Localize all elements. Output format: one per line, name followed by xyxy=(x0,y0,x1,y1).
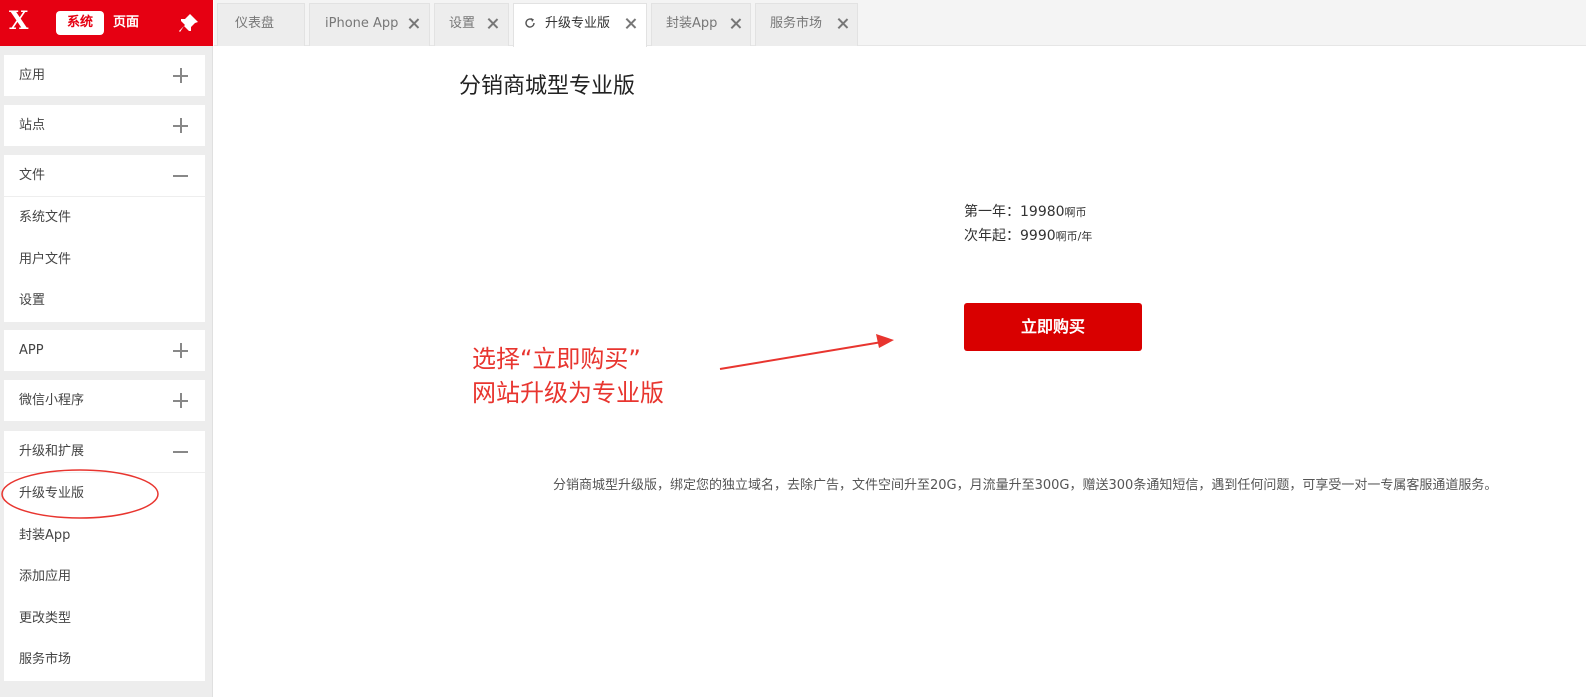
system-toggle-button[interactable]: 系统 xyxy=(56,11,104,35)
sidebar-section-sites: 站点 xyxy=(4,105,205,146)
price-amount: 9990 xyxy=(1020,228,1056,244)
price-first-year: 第一年：19980啊币 xyxy=(964,202,1087,223)
close-icon[interactable] xyxy=(837,18,848,29)
price-unit: 啊币 xyxy=(1064,206,1087,219)
price-unit: 啊币/年 xyxy=(1055,230,1093,243)
tab-label: 升级专业版 xyxy=(545,16,611,31)
tab-bar: 仪表盘 iPhone App 设置 升级专业版 封装App 服务市场 xyxy=(214,0,1586,47)
sidebar-item-system-files[interactable]: 系统文件 xyxy=(4,197,205,239)
sidebar-item-label: 设置 xyxy=(19,293,46,308)
sidebar-item-user-files[interactable]: 用户文件 xyxy=(4,239,205,281)
sidebar-section-header[interactable]: 文件 xyxy=(4,155,205,196)
sidebar-item-label: 服务市场 xyxy=(19,652,72,667)
tab-label: iPhone App xyxy=(325,16,399,31)
price-label: 次年起： xyxy=(964,228,1020,244)
sidebar-section-header[interactable]: APP xyxy=(4,330,205,371)
sidebar-submenu: 系统文件 用户文件 设置 xyxy=(4,196,205,322)
sidebar-section-title: APP xyxy=(19,343,44,358)
sidebar-section-app: APP xyxy=(4,330,205,371)
sidebar-section-title: 升级和扩展 xyxy=(19,444,85,459)
minus-icon[interactable] xyxy=(173,444,188,459)
page-toggle-button[interactable]: 页面 xyxy=(113,11,139,35)
sidebar-section-files: 文件 系统文件 用户文件 设置 xyxy=(4,155,205,322)
close-icon[interactable] xyxy=(487,18,498,29)
sidebar-item-label: 添加应用 xyxy=(19,569,72,584)
price-amount: 19980 xyxy=(1020,204,1065,220)
tab-label: 封装App xyxy=(666,16,718,31)
sidebar-section-title: 微信小程序 xyxy=(19,393,85,408)
plus-icon[interactable] xyxy=(173,68,188,83)
minus-icon[interactable] xyxy=(173,168,188,183)
tab-service-market[interactable]: 服务市场 xyxy=(755,3,858,46)
plus-icon[interactable] xyxy=(173,393,188,408)
app-root: X 系统 页面 应用 站点 文件 系统文件 用户文件 设置 APP 微信小程序 … xyxy=(0,0,1586,697)
annotation-note-line1: 选择“立即购买” xyxy=(472,345,641,373)
sidebar-item-settings[interactable]: 设置 xyxy=(4,280,205,322)
tab-iphone-app[interactable]: iPhone App xyxy=(309,3,430,46)
price-label: 第一年： xyxy=(964,204,1020,220)
tab-settings[interactable]: 设置 xyxy=(434,3,509,46)
sidebar-section-title: 应用 xyxy=(19,68,46,83)
close-icon[interactable] xyxy=(625,18,636,29)
sidebar-item-label: 用户文件 xyxy=(19,251,72,267)
sidebar-section-title: 站点 xyxy=(19,118,46,133)
plus-icon[interactable] xyxy=(173,343,188,358)
annotation-arrow xyxy=(719,334,894,370)
annotation-note-line2: 网站升级为专业版 xyxy=(472,379,664,407)
tab-upgrade-pro[interactable]: 升级专业版 xyxy=(513,3,647,47)
sidebar-section-header[interactable]: 应用 xyxy=(4,55,205,96)
sidebar-item-add-app[interactable]: 添加应用 xyxy=(4,556,205,598)
logo: X xyxy=(9,6,29,35)
close-icon[interactable] xyxy=(408,18,419,29)
sidebar: X 系统 页面 应用 站点 文件 系统文件 用户文件 设置 APP 微信小程序 … xyxy=(0,0,213,697)
price-following-years: 次年起：9990啊币/年 xyxy=(964,226,1092,247)
sidebar-section-header[interactable]: 站点 xyxy=(4,105,205,146)
buy-now-button[interactable]: 立即购买 xyxy=(964,303,1142,351)
tab-dashboard[interactable]: 仪表盘 xyxy=(217,3,305,46)
highlight-circle-annotation xyxy=(1,469,159,519)
sidebar-section-wechat-miniprogram: 微信小程序 xyxy=(4,380,205,421)
page-title: 分销商城型专业版 xyxy=(459,74,636,99)
sidebar-item-service-market[interactable]: 服务市场 xyxy=(4,639,205,681)
tab-label: 仪表盘 xyxy=(235,16,275,31)
sidebar-section-header[interactable]: 升级和扩展 xyxy=(4,431,205,472)
pin-icon[interactable] xyxy=(178,12,200,34)
sidebar-item-label: 系统文件 xyxy=(19,210,72,225)
tab-label: 服务市场 xyxy=(770,16,823,31)
sidebar-section-apps: 应用 xyxy=(4,55,205,96)
refresh-icon[interactable] xyxy=(524,17,536,29)
sidebar-section-title: 文件 xyxy=(19,168,46,183)
sidebar-section-header[interactable]: 微信小程序 xyxy=(4,380,205,421)
tab-package-app[interactable]: 封装App xyxy=(651,3,751,46)
tab-label: 设置 xyxy=(449,16,476,31)
sidebar-item-change-type[interactable]: 更改类型 xyxy=(4,598,205,640)
plus-icon[interactable] xyxy=(173,118,188,133)
brand-bar: X 系统 页面 xyxy=(0,0,213,46)
close-icon[interactable] xyxy=(730,18,741,29)
product-description: 分销商城型升级版，绑定您的独立域名，去除广告，文件空间升至20G，月流量升至30… xyxy=(553,478,1498,493)
sidebar-item-label: 更改类型 xyxy=(19,610,72,626)
